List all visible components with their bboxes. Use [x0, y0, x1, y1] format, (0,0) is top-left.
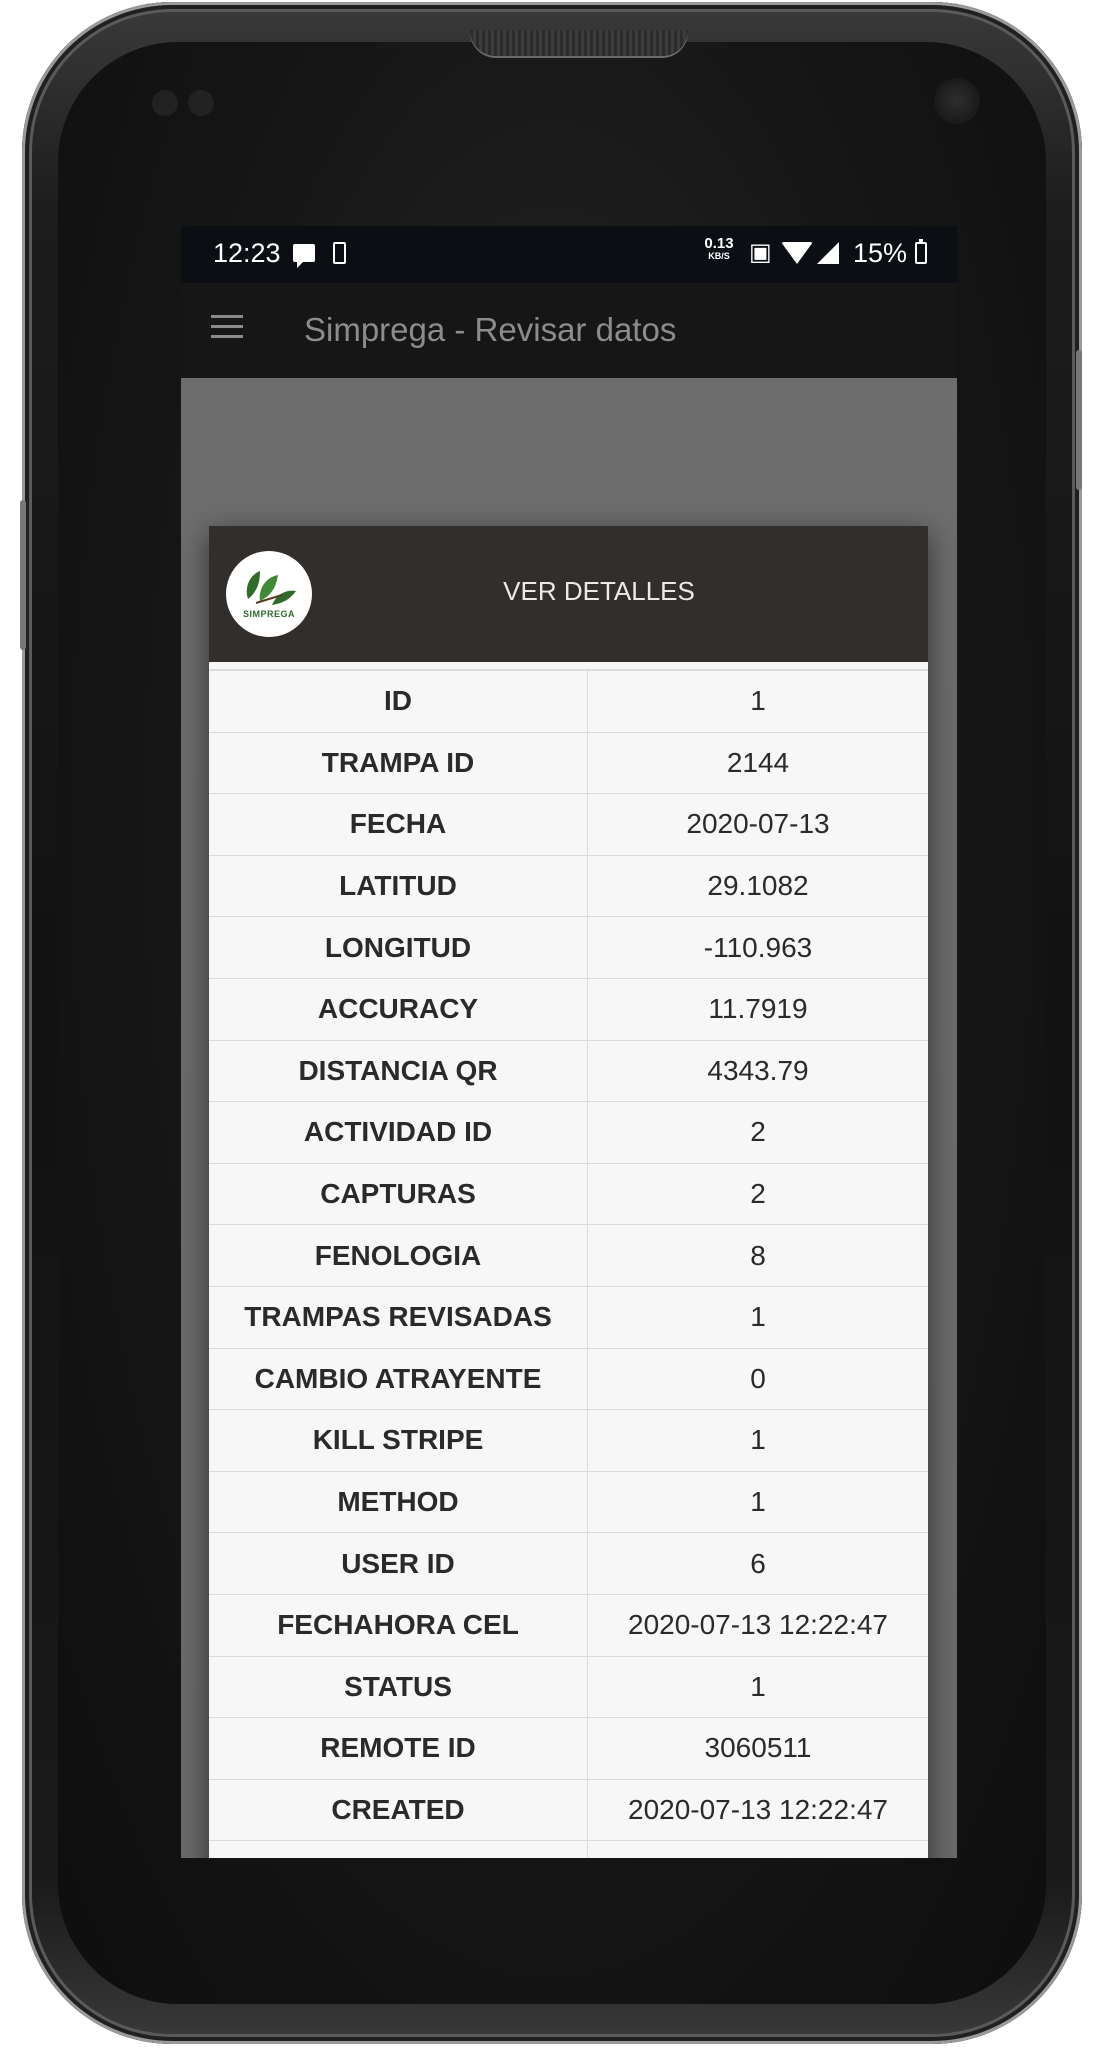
network-speed: 0.13 KB/S	[701, 235, 737, 262]
row-value: 2020-07-13 12:22:47	[587, 1840, 928, 1858]
table-row: FECHA 2020-07-13	[209, 793, 928, 856]
row-value: 2144	[587, 732, 928, 795]
status-bar: 12:23 0.13 KB/S ▣ 15%	[181, 226, 957, 283]
table-row: CAMBIO ATRAYENTE 0	[209, 1348, 928, 1411]
table-row: LONGITUD -110.963	[209, 916, 928, 979]
battery-icon	[915, 239, 927, 264]
row-label: STATUS	[209, 1656, 588, 1719]
details-table-wrapper: ID 1 TRAMPA ID 2144 FECHA 2020-07-13 LATITUD 29…	[209, 669, 928, 1858]
app-bar: Simprega - Revisar datos	[181, 283, 957, 378]
row-label: USER ID	[209, 1532, 588, 1595]
row-value: 1	[587, 1286, 928, 1349]
row-value: 1	[587, 1409, 928, 1472]
row-value: 4343.79	[587, 1040, 928, 1103]
volume-button	[20, 500, 26, 650]
app-bar-title: Simprega - Revisar datos	[304, 311, 677, 348]
table-row: ACTIVIDAD ID 2	[209, 1101, 928, 1164]
table-row: LATITUD 29.1082	[209, 855, 928, 918]
dialog-title: VER DETALLES	[503, 576, 695, 606]
proximity-sensor	[152, 90, 178, 116]
front-camera	[934, 78, 980, 124]
row-label: FECHA	[209, 793, 588, 856]
vibrate-icon: ▣	[749, 239, 772, 266]
row-value: 0	[587, 1348, 928, 1411]
row-label: MODIFIED	[209, 1840, 588, 1858]
row-label: LATITUD	[209, 855, 588, 918]
row-label: ACTIVIDAD ID	[209, 1101, 588, 1164]
row-value: 11.7919	[587, 978, 928, 1041]
row-value: 29.1082	[587, 855, 928, 918]
table-row: ACCURACY 11.7919	[209, 978, 928, 1041]
power-button	[1076, 350, 1082, 490]
status-time: 12:23	[213, 238, 281, 268]
row-value: 2020-07-13	[587, 793, 928, 856]
row-label: KILL STRIPE	[209, 1409, 588, 1472]
details-dialog: SIMPREGA VER DETALLES ID 1 TRAMPA ID 2144 FE…	[209, 526, 928, 1858]
table-row: ID 1	[209, 671, 928, 733]
row-value: 1	[587, 1656, 928, 1719]
table-row: METHOD 1	[209, 1471, 928, 1534]
menu-icon[interactable]	[211, 315, 243, 339]
earpiece-speaker	[470, 30, 688, 56]
message-icon	[293, 244, 315, 268]
table-row: REMOTE ID 3060511	[209, 1717, 928, 1780]
table-row: USER ID 6	[209, 1532, 928, 1595]
table-row: DISTANCIA QR 4343.79	[209, 1040, 928, 1103]
table-row: CAPTURAS 2	[209, 1163, 928, 1226]
table-row: FECHAHORA CEL 2020-07-13 12:22:47	[209, 1594, 928, 1657]
screen: 12:23 0.13 KB/S ▣ 15% Simprega - Revisar…	[181, 226, 957, 1858]
row-label: DISTANCIA QR	[209, 1040, 588, 1103]
network-speed-value: 0.13	[704, 235, 734, 252]
row-label: ACCURACY	[209, 978, 588, 1041]
leaf-icon	[246, 571, 296, 605]
row-value: 3060511	[587, 1717, 928, 1780]
row-label: LONGITUD	[209, 916, 588, 979]
row-label: CAPTURAS	[209, 1163, 588, 1226]
row-value: 1	[587, 671, 928, 733]
row-value: 1	[587, 1471, 928, 1534]
table-row: MODIFIED2020-07-13 12:22:47	[209, 1840, 928, 1858]
signal-icon	[817, 242, 839, 264]
row-label: METHOD	[209, 1471, 588, 1534]
row-value: 2020-07-13 12:22:47	[587, 1779, 928, 1842]
row-label: CREATED	[209, 1779, 588, 1842]
row-label: FECHAHORA CEL	[209, 1594, 588, 1657]
table-row: KILL STRIPE 1	[209, 1409, 928, 1472]
row-value: 2	[587, 1163, 928, 1226]
dialog-header: SIMPREGA VER DETALLES	[209, 526, 928, 662]
light-sensor	[188, 90, 214, 116]
row-value: 2	[587, 1101, 928, 1164]
logo-text: SIMPREGA	[242, 609, 295, 619]
device-icon	[333, 242, 346, 264]
content-background: SIMPREGA VER DETALLES ID 1 TRAMPA ID 2144 FE…	[181, 378, 957, 1858]
row-label: TRAMPAS REVISADAS	[209, 1286, 588, 1349]
table-row: TRAMPAS REVISADAS 1	[209, 1286, 928, 1349]
table-row: STATUS 1	[209, 1656, 928, 1719]
table-row: FENOLOGIA 8	[209, 1224, 928, 1287]
battery-percent: 15%	[853, 238, 908, 268]
simprega-logo: SIMPREGA	[226, 551, 312, 637]
row-label: REMOTE ID	[209, 1717, 588, 1780]
row-label: FENOLOGIA	[209, 1224, 588, 1287]
row-value: 6	[587, 1532, 928, 1595]
row-value: 8	[587, 1224, 928, 1287]
table-row: CREATED 2020-07-13 12:22:47	[209, 1779, 928, 1842]
wifi-icon	[781, 242, 813, 264]
row-label: CAMBIO ATRAYENTE	[209, 1348, 588, 1411]
row-value: 2020-07-13 12:22:47	[587, 1594, 928, 1657]
row-label: ID	[209, 671, 588, 733]
row-label: TRAMPA ID	[209, 732, 588, 795]
row-value: -110.963	[587, 916, 928, 979]
table-row: TRAMPA ID 2144	[209, 732, 928, 795]
details-table: ID 1 TRAMPA ID 2144 FECHA 2020-07-13 LATITUD 29…	[209, 671, 928, 1858]
